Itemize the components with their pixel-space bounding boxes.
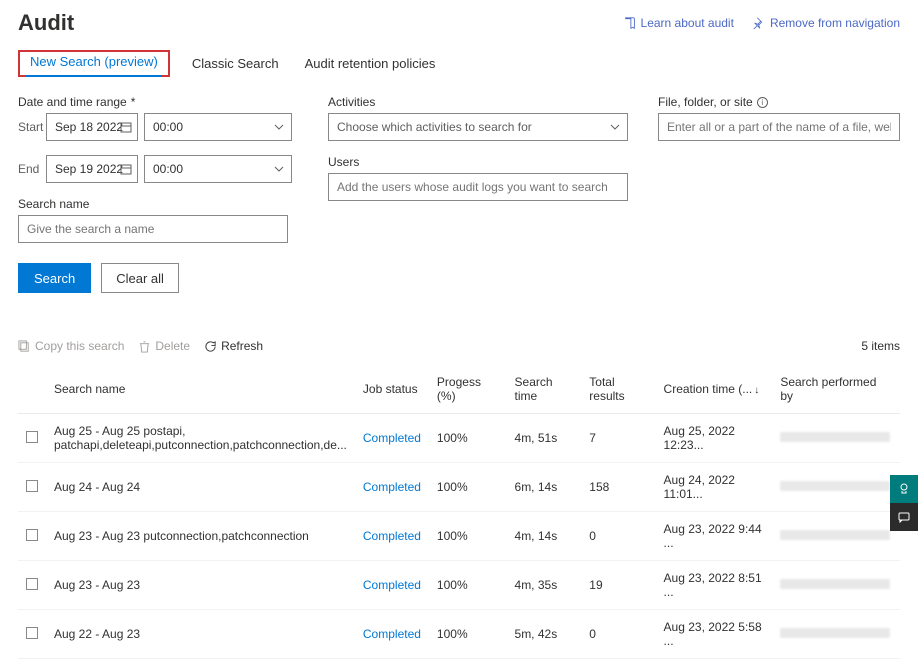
refresh[interactable]: Refresh [204,339,263,353]
search-name-input[interactable] [18,215,288,243]
cell-results: 0 [581,610,655,659]
end-date-input[interactable] [46,155,138,183]
end-time-select[interactable]: 00:00 [144,155,292,183]
clear-button[interactable]: Clear all [101,263,179,293]
feedback-tab[interactable] [890,475,918,503]
learn-link-label: Learn about audit [641,16,734,30]
cell-time: 4m, 14s [507,512,582,561]
cell-creation: Aug 23, 2022 9:44 ... [656,512,773,561]
row-checkbox[interactable] [26,480,38,492]
cell-name: Aug 23 - Aug 23 putconnection,patchconne… [46,512,355,561]
cell-name: Aug 23 - Aug 23 [46,561,355,610]
file-label: File, folder, or site i [658,95,900,109]
cell-performer [772,512,900,561]
cell-status[interactable]: Completed [363,578,421,592]
lightbulb-icon [897,482,911,496]
remove-nav-link[interactable]: Remove from navigation [752,16,900,30]
highlight-box: New Search (preview) [18,50,170,77]
start-date-input[interactable] [46,113,138,141]
col-status[interactable]: Job status [355,365,429,414]
cell-performer [772,610,900,659]
chat-tab[interactable] [890,503,918,531]
row-checkbox[interactable] [26,529,38,541]
cell-performer [772,463,900,512]
col-performer[interactable]: Search performed by [772,365,900,414]
table-row[interactable]: Aug 24 - Aug 24 Completed 100% 6m, 14s 1… [18,463,900,512]
cell-time: 4m, 35s [507,561,582,610]
users-input[interactable] [328,173,628,201]
cell-status[interactable]: Completed [363,627,421,641]
start-label: Start [18,120,40,134]
cell-results: 0 [581,512,655,561]
cell-performer [772,414,900,463]
cell-creation: Aug 24, 2022 11:01... [656,463,773,512]
col-time[interactable]: Search time [507,365,582,414]
date-range-label: Date and time range [18,95,298,109]
cell-progress: 100% [429,610,507,659]
row-checkbox[interactable] [26,431,38,443]
book-icon [623,16,637,30]
cell-progress: 100% [429,561,507,610]
cell-creation: Aug 23, 2022 8:51 ... [656,561,773,610]
cell-results: 19 [581,561,655,610]
remove-nav-label: Remove from navigation [770,16,900,30]
page-title: Audit [18,10,74,36]
learn-link[interactable]: Learn about audit [623,16,734,30]
copy-icon [18,340,31,353]
cell-name: Aug 22 - Aug 23 [46,610,355,659]
col-progress[interactable]: Progess (%) [429,365,507,414]
search-name-label: Search name [18,197,298,211]
copy-search: Copy this search [18,339,124,353]
cell-creation: Aug 25, 2022 12:23... [656,414,773,463]
cell-name: Aug 25 - Aug 25 postapi, patchapi,delete… [46,414,355,463]
tab-bar: New Search (preview) Classic Search Audi… [18,50,900,77]
delete-search: Delete [138,339,190,353]
cell-progress: 100% [429,414,507,463]
start-time-select[interactable]: 00:00 [144,113,292,141]
activities-placeholder: Choose which activities to search for [337,120,532,134]
cell-creation: Aug 23, 2022 5:58 ... [656,610,773,659]
info-icon[interactable]: i [757,97,768,108]
file-input[interactable] [658,113,900,141]
activities-select[interactable]: Choose which activities to search for [328,113,628,141]
col-creation[interactable]: Creation time (...↓ [656,365,773,414]
chat-icon [897,510,911,524]
cell-status[interactable]: Completed [363,480,421,494]
users-label: Users [328,155,628,169]
table-row[interactable]: Aug 23 - Aug 23 Completed 100% 4m, 35s 1… [18,561,900,610]
cell-name: Aug 24 - Aug 24 [46,463,355,512]
cell-time: 5m, 42s [507,610,582,659]
trash-icon [138,340,151,353]
unpin-icon [752,16,766,30]
col-name[interactable]: Search name [46,365,355,414]
col-results[interactable]: Total results [581,365,655,414]
tab-classic-search[interactable]: Classic Search [188,50,283,77]
search-button[interactable]: Search [18,263,91,293]
table-row[interactable]: Aug 23 - Aug 23 putconnection,patchconne… [18,512,900,561]
tab-retention[interactable]: Audit retention policies [301,50,440,77]
cell-results: 7 [581,414,655,463]
sort-down-icon: ↓ [754,385,759,396]
end-label: End [18,162,40,176]
cell-performer [772,561,900,610]
cell-progress: 100% [429,512,507,561]
row-checkbox[interactable] [26,578,38,590]
cell-status[interactable]: Completed [363,431,421,445]
tab-new-search[interactable]: New Search (preview) [26,48,162,77]
cell-time: 6m, 14s [507,463,582,512]
activities-label: Activities [328,95,628,109]
refresh-icon [204,340,217,353]
table-row[interactable]: Aug 25 - Aug 25 postapi, patchapi,delete… [18,414,900,463]
cell-results: 158 [581,463,655,512]
table-row[interactable]: Aug 22 - Aug 23 Completed 100% 5m, 42s 0… [18,610,900,659]
results-table: Search name Job status Progess (%) Searc… [18,365,900,659]
cell-progress: 100% [429,463,507,512]
cell-time: 4m, 51s [507,414,582,463]
row-checkbox[interactable] [26,627,38,639]
item-count: 5 items [861,339,900,353]
